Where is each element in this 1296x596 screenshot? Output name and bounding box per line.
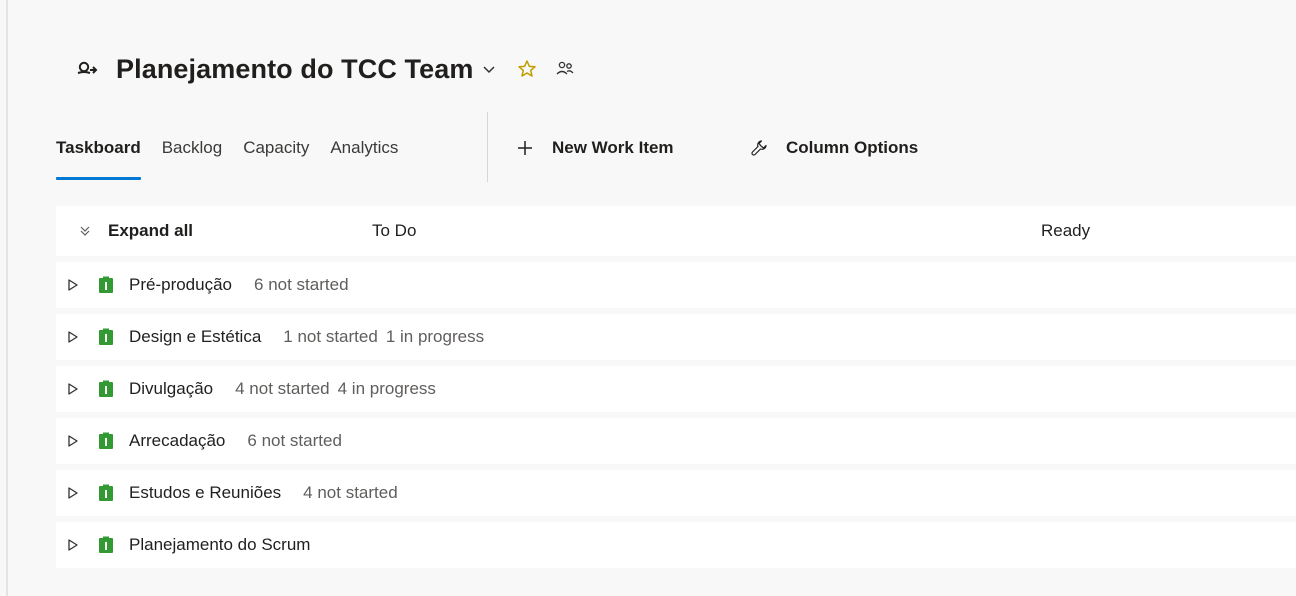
expand-all-label: Expand all [108,221,194,240]
row-name: Pré-produção [129,275,233,294]
tab-capacity[interactable]: Capacity [243,130,309,182]
chevron-down-icon[interactable] [481,61,497,77]
wrench-icon [750,139,768,157]
new-work-item-button[interactable]: New Work Item [516,130,674,166]
page-title: Planejamento do TCC Team [116,53,474,84]
tab-separator [487,112,488,182]
row-status: 4 not started [235,379,330,398]
column-header-todo: To Do [372,221,417,240]
tab-analytics[interactable]: Analytics [330,130,398,182]
column-options-button[interactable]: Column Options [750,130,918,166]
row-status: 6 not started [247,431,342,450]
page-header: Planejamento do TCC Team [76,50,575,88]
people-icon[interactable] [555,59,575,79]
tab-backlog[interactable]: Backlog [162,130,222,182]
row-name: Arrecadação [129,431,226,450]
tab-bar: Taskboard Backlog Capacity Analytics [56,130,419,182]
row-name: Divulgação [129,379,214,398]
expand-all-button[interactable]: Expand all [78,221,193,241]
plus-icon [516,139,534,157]
row-title-link[interactable]: Planejamento do Scrum [129,535,332,555]
row-title-link[interactable]: Estudos e Reuniões 4 not started [129,483,398,503]
board-row: Divulgação 4 not started 4 in progress [56,366,1296,412]
expand-caret-icon[interactable] [66,382,80,396]
row-title-link[interactable]: Pré-produção 6 not started [129,275,349,295]
backlog-item-icon [98,484,114,502]
row-status: 6 not started [254,275,349,294]
row-status-in-progress: 1 in progress [385,327,485,346]
board-row: Estudos e Reuniões 4 not started [56,470,1296,516]
row-name: Planejamento do Scrum [129,535,311,554]
backlog-item-icon [98,328,114,346]
row-name: Design e Estética [129,327,262,346]
star-icon[interactable] [517,59,537,79]
column-header-ready: Ready [1041,221,1091,240]
backlog-item-icon [98,536,114,554]
row-title-link[interactable]: Divulgação 4 not started 4 in progress [129,379,436,399]
board-row: Arrecadação 6 not started [56,418,1296,464]
row-title-link[interactable]: Design e Estética 1 not started 1 in pro… [129,327,484,347]
row-title-link[interactable]: Arrecadação 6 not started [129,431,342,451]
expand-caret-icon[interactable] [66,486,80,500]
expand-caret-icon[interactable] [66,278,80,292]
backlog-item-icon [98,276,114,294]
expand-caret-icon[interactable] [66,434,80,448]
row-status: 4 not started [303,483,398,502]
board-row: Pré-produção 6 not started [56,262,1296,308]
backlog-item-icon [98,432,114,450]
backlog-item-icon [98,380,114,398]
tab-taskboard[interactable]: Taskboard [56,130,141,182]
column-options-label: Column Options [786,138,919,157]
board-row: Planejamento do Scrum [56,522,1296,568]
expand-caret-icon[interactable] [66,538,80,552]
team-icon [76,58,98,80]
row-name: Estudos e Reuniões [129,483,282,502]
expand-caret-icon[interactable] [66,330,80,344]
left-edge-border [6,0,8,596]
row-status-in-progress: 4 in progress [337,379,436,398]
new-work-item-label: New Work Item [552,138,674,157]
row-status: 1 not started [283,327,378,346]
double-chevron-down-icon [78,224,92,238]
board-row: Design e Estética 1 not started 1 in pro… [56,314,1296,360]
board-column-header: Expand all To Do Ready [56,206,1296,256]
